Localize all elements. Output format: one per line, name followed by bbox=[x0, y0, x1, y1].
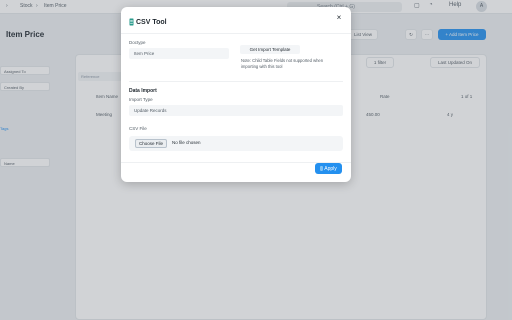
close-icon[interactable]: × bbox=[334, 13, 344, 23]
apply-button[interactable]: Apply bbox=[315, 163, 342, 174]
doctype-field[interactable]: Item Price bbox=[129, 48, 229, 59]
data-import-section-title: Data Import bbox=[129, 88, 157, 94]
doctype-label: Doctype bbox=[129, 40, 146, 45]
csv-file-input[interactable]: Choose File No file chosen bbox=[129, 136, 343, 151]
child-table-note: Note: Child Table Fields not supported w… bbox=[241, 58, 324, 69]
file-status-text: No file chosen bbox=[172, 140, 201, 145]
csv-file-icon bbox=[129, 18, 134, 26]
choose-file-button[interactable]: Choose File bbox=[135, 139, 168, 148]
get-import-template-button[interactable]: Get Import Template bbox=[240, 45, 300, 54]
section-divider bbox=[129, 81, 343, 82]
import-type-label: Import Type bbox=[129, 97, 153, 102]
csv-file-icon bbox=[320, 166, 323, 171]
dialog-title-text: CSV Tool bbox=[136, 18, 167, 26]
dialog-title: CSV Tool bbox=[129, 18, 167, 26]
import-type-select[interactable]: Update Records bbox=[129, 105, 343, 116]
csv-tool-dialog: CSV Tool × Doctype Item Price Get Import… bbox=[121, 7, 351, 182]
header-divider bbox=[121, 33, 351, 34]
csv-file-label: CSV File bbox=[129, 126, 147, 131]
apply-button-label: Apply bbox=[324, 165, 337, 172]
